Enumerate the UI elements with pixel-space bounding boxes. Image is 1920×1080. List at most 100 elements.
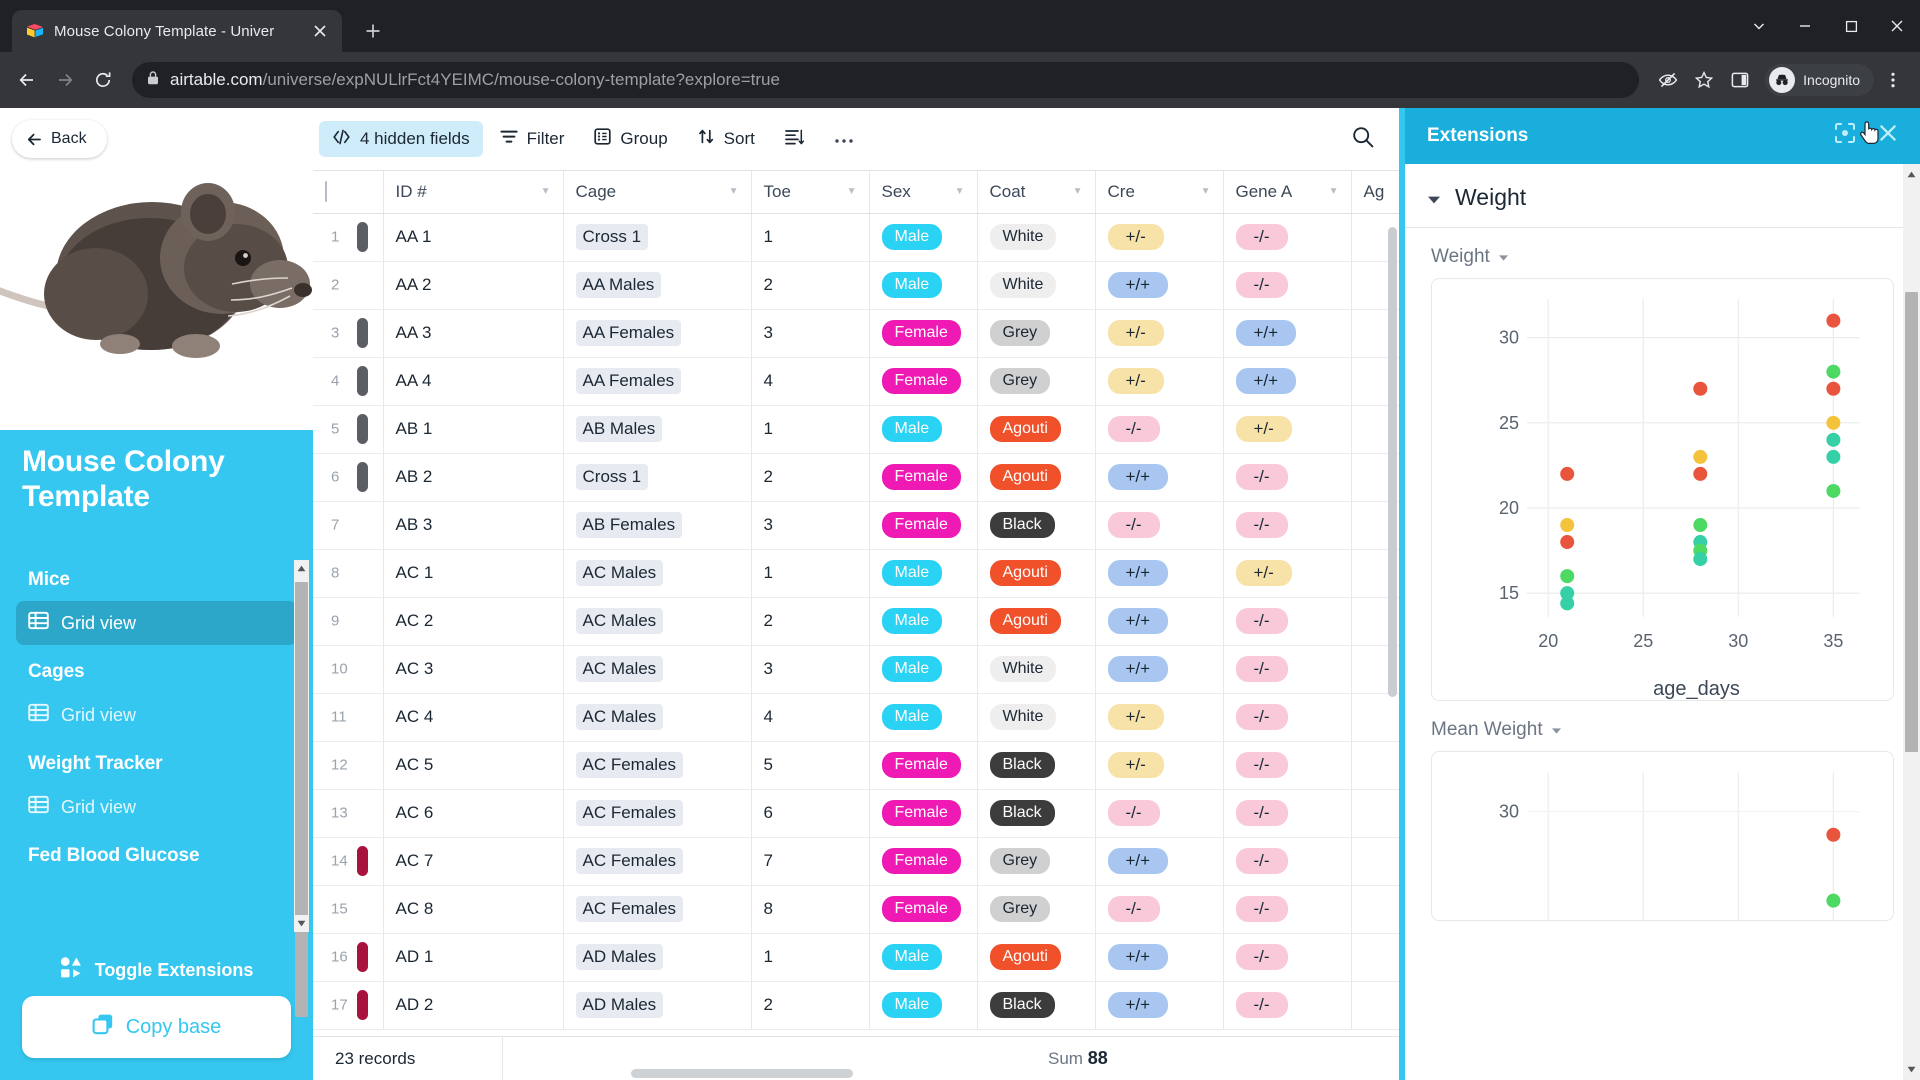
header-sex[interactable]: Sex ▼ <box>869 171 978 214</box>
row-handle[interactable]: 1 <box>313 213 384 262</box>
cell-gene-a[interactable]: -/- <box>1223 837 1352 886</box>
cell-toe[interactable]: 3 <box>751 309 870 358</box>
header-cre[interactable]: Cre ▼ <box>1095 171 1224 214</box>
cell-cre[interactable]: +/- <box>1095 213 1224 262</box>
cell-coat[interactable]: Agouti <box>977 453 1096 502</box>
cell-coat[interactable]: Agouti <box>977 405 1096 454</box>
data-point[interactable] <box>1560 466 1575 481</box>
chevron-down-icon[interactable]: ▼ <box>729 186 739 197</box>
weight-block-header[interactable]: Weight <box>1405 164 1920 227</box>
weight-chart-selector[interactable]: Weight <box>1405 228 1920 278</box>
cell-cre[interactable]: -/- <box>1095 885 1224 934</box>
header-gene-a[interactable]: Gene A ▼ <box>1223 171 1352 214</box>
cell-gene-a[interactable]: -/- <box>1223 645 1352 694</box>
grid-horizontal-scrollbar[interactable] <box>631 1069 853 1078</box>
cell-id[interactable]: AA 4 <box>383 357 564 406</box>
grid-vertical-scrollbar[interactable] <box>1388 227 1397 697</box>
cell-id[interactable]: AC 7 <box>383 837 564 886</box>
cell-gene-a[interactable]: -/- <box>1223 693 1352 742</box>
new-tab-button[interactable] <box>356 14 390 48</box>
chevron-down-icon[interactable]: ▼ <box>955 186 965 197</box>
cell-gene-a[interactable]: -/- <box>1223 213 1352 262</box>
cell-cre[interactable]: +/+ <box>1095 549 1224 598</box>
cell-coat[interactable]: Grey <box>977 837 1096 886</box>
data-point[interactable] <box>1693 518 1708 533</box>
cell-coat[interactable]: Grey <box>977 309 1096 358</box>
row-handle[interactable]: 3 <box>313 309 384 358</box>
scroll-up-arrow-icon[interactable] <box>1904 166 1919 183</box>
cell-id[interactable]: AB 3 <box>383 501 564 550</box>
cell-coat[interactable]: Black <box>977 501 1096 550</box>
close-window-button[interactable] <box>1874 0 1920 52</box>
cell-gene-a[interactable]: -/- <box>1223 741 1352 790</box>
cell-gene-a[interactable]: -/- <box>1223 453 1352 502</box>
cell-age[interactable] <box>1351 693 1399 742</box>
cell-sex[interactable]: Male <box>869 213 978 262</box>
table-row[interactable]: 2 AA 2 AA Males 2 Male White +/+ -/- <box>313 261 1399 310</box>
header-coat[interactable]: Coat ▼ <box>977 171 1096 214</box>
extensions-scroll-thumb[interactable] <box>1905 292 1918 752</box>
mean-weight-chart-selector[interactable]: Mean Weight <box>1405 701 1920 751</box>
cell-toe[interactable]: 5 <box>751 741 870 790</box>
cell-cre[interactable]: +/- <box>1095 693 1224 742</box>
data-point[interactable] <box>1826 381 1841 396</box>
maximize-button[interactable] <box>1828 0 1874 52</box>
cell-cage[interactable]: AC Females <box>563 789 752 838</box>
scroll-down-arrow-icon[interactable] <box>1904 1061 1919 1078</box>
cell-cre[interactable]: +/- <box>1095 309 1224 358</box>
chrome-menu-icon[interactable] <box>1876 63 1910 97</box>
cell-sex[interactable]: Female <box>869 741 978 790</box>
forward-icon[interactable] <box>48 63 82 97</box>
cell-sex[interactable]: Male <box>869 261 978 310</box>
table-row[interactable]: 4 AA 4 AA Females 4 Female Grey +/- +/+ <box>313 357 1399 406</box>
table-row[interactable]: 11 AC 4 AC Males 4 Male White +/- -/- <box>313 693 1399 742</box>
sum-summary[interactable]: Sum 88 <box>1048 1048 1108 1069</box>
cell-gene-a[interactable]: -/- <box>1223 885 1352 934</box>
data-point[interactable] <box>1826 893 1841 908</box>
cell-cage[interactable]: AB Females <box>563 501 752 550</box>
cell-coat[interactable]: Agouti <box>977 549 1096 598</box>
cell-id[interactable]: AB 2 <box>383 453 564 502</box>
third-party-cookie-blocked-icon[interactable] <box>1651 63 1685 97</box>
more-options-button[interactable] <box>821 121 867 157</box>
table-row[interactable]: 8 AC 1 AC Males 1 Male Agouti +/+ +/- <box>313 549 1399 598</box>
data-point[interactable] <box>1560 569 1575 584</box>
data-point[interactable] <box>1826 449 1841 464</box>
profile-incognito-button[interactable]: Incognito <box>1765 64 1874 96</box>
cell-age[interactable] <box>1351 789 1399 838</box>
copy-base-button[interactable]: Copy base <box>22 996 291 1058</box>
data-point[interactable] <box>1693 552 1708 567</box>
cell-coat[interactable]: White <box>977 645 1096 694</box>
chevron-down-icon[interactable]: ▼ <box>1329 186 1339 197</box>
select-all-checkbox[interactable] <box>325 180 327 202</box>
cell-cage[interactable]: AC Males <box>563 549 752 598</box>
group-button[interactable]: Group <box>581 121 680 157</box>
table-row[interactable]: 16 AD 1 AD Males 1 Male Agouti +/+ -/- <box>313 933 1399 982</box>
cell-toe[interactable]: 1 <box>751 213 870 262</box>
cell-id[interactable]: AC 8 <box>383 885 564 934</box>
sidebar-item-weight-tracker-grid-view[interactable]: Grid view <box>16 785 297 829</box>
scroll-down-arrow-icon[interactable] <box>294 915 309 932</box>
chevron-down-icon[interactable]: ▼ <box>847 186 857 197</box>
chevron-down-icon[interactable] <box>1736 0 1782 52</box>
cell-gene-a[interactable]: +/+ <box>1223 309 1352 358</box>
cell-cre[interactable]: +/- <box>1095 741 1224 790</box>
cell-coat[interactable]: Grey <box>977 885 1096 934</box>
row-handle[interactable]: 6 <box>313 453 384 502</box>
cell-age[interactable] <box>1351 885 1399 934</box>
data-point[interactable] <box>1826 364 1841 379</box>
chevron-down-icon[interactable]: ▼ <box>1073 186 1083 197</box>
table-row[interactable]: 9 AC 2 AC Males 2 Male Agouti +/+ -/- <box>313 597 1399 646</box>
cell-id[interactable]: AC 6 <box>383 789 564 838</box>
cell-cre[interactable]: -/- <box>1095 501 1224 550</box>
search-button[interactable] <box>1343 119 1383 159</box>
cell-id[interactable]: AA 3 <box>383 309 564 358</box>
cell-sex[interactable]: Female <box>869 789 978 838</box>
back-icon[interactable] <box>10 63 44 97</box>
cell-id[interactable]: AC 3 <box>383 645 564 694</box>
cell-sex[interactable]: Male <box>869 981 978 1030</box>
browser-tab[interactable]: Mouse Colony Template - Univer <box>12 10 342 52</box>
cell-age[interactable] <box>1351 933 1399 982</box>
table-row[interactable]: 13 AC 6 AC Females 6 Female Black -/- -/… <box>313 789 1399 838</box>
url-input[interactable]: airtable.com/universe/expNULlrFct4YEIMC/… <box>132 62 1640 98</box>
